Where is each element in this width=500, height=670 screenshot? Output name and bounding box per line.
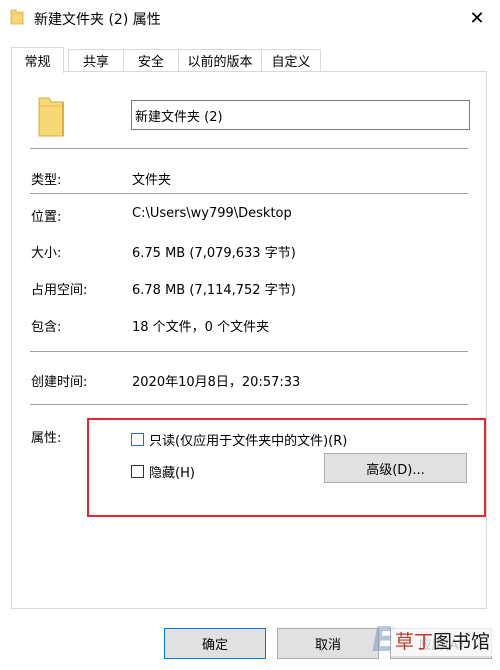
tab-sharing[interactable]: 共享 bbox=[68, 49, 124, 71]
created-label: 创建时间: bbox=[31, 375, 88, 390]
cancel-button[interactable]: 取消 bbox=[277, 628, 379, 659]
separator bbox=[30, 404, 468, 405]
readonly-label: 只读(仅应用于文件夹中的文件)(R) bbox=[149, 434, 348, 449]
readonly-checkbox-row[interactable]: 只读(仅应用于文件夹中的文件)(R) bbox=[131, 430, 347, 449]
ok-button[interactable]: 确定 bbox=[164, 628, 266, 659]
folder-name-input[interactable] bbox=[131, 100, 470, 130]
separator bbox=[30, 148, 468, 149]
separator bbox=[30, 351, 468, 352]
size-on-disk-label: 占用空间: bbox=[31, 283, 88, 298]
location-label: 位置: bbox=[31, 210, 62, 225]
created-value: 2020年10月8日，20:57:33 bbox=[132, 375, 301, 390]
folder-icon bbox=[10, 9, 24, 25]
attributes-label: 属性: bbox=[31, 431, 62, 446]
separator bbox=[30, 193, 468, 194]
close-icon: ✕ bbox=[469, 7, 485, 29]
hidden-checkbox[interactable] bbox=[131, 465, 144, 478]
window-title: 新建文件夹 (2) 属性 bbox=[34, 12, 161, 28]
readonly-checkbox[interactable] bbox=[131, 433, 144, 446]
close-button[interactable]: ✕ bbox=[454, 0, 500, 36]
hidden-label: 隐藏(H) bbox=[149, 466, 195, 481]
type-value: 文件夹 bbox=[132, 173, 172, 188]
advanced-button[interactable]: 高级(D)... bbox=[324, 453, 467, 483]
tab-general[interactable]: 常规 bbox=[11, 47, 64, 73]
type-label: 类型: bbox=[31, 173, 62, 188]
folder-icon bbox=[38, 97, 64, 137]
tab-customize[interactable]: 自定义 bbox=[261, 49, 321, 71]
general-panel bbox=[11, 71, 487, 609]
size-value: 6.75 MB (7,079,633 字节) bbox=[132, 246, 296, 261]
tab-security[interactable]: 安全 bbox=[123, 49, 179, 71]
apply-button[interactable]: 应用(A) bbox=[390, 628, 492, 659]
location-value: C:\Users\wy799\Desktop bbox=[132, 206, 292, 221]
contains-value: 18 个文件，0 个文件夹 bbox=[132, 320, 270, 335]
size-on-disk-value: 6.78 MB (7,114,752 字节) bbox=[132, 283, 296, 298]
contains-label: 包含: bbox=[31, 320, 62, 335]
tab-previous-versions[interactable]: 以前的版本 bbox=[178, 49, 262, 71]
size-label: 大小: bbox=[31, 246, 62, 261]
title-bar: 新建文件夹 (2) 属性 ✕ bbox=[0, 0, 500, 36]
hidden-checkbox-row[interactable]: 隐藏(H) bbox=[131, 462, 195, 481]
